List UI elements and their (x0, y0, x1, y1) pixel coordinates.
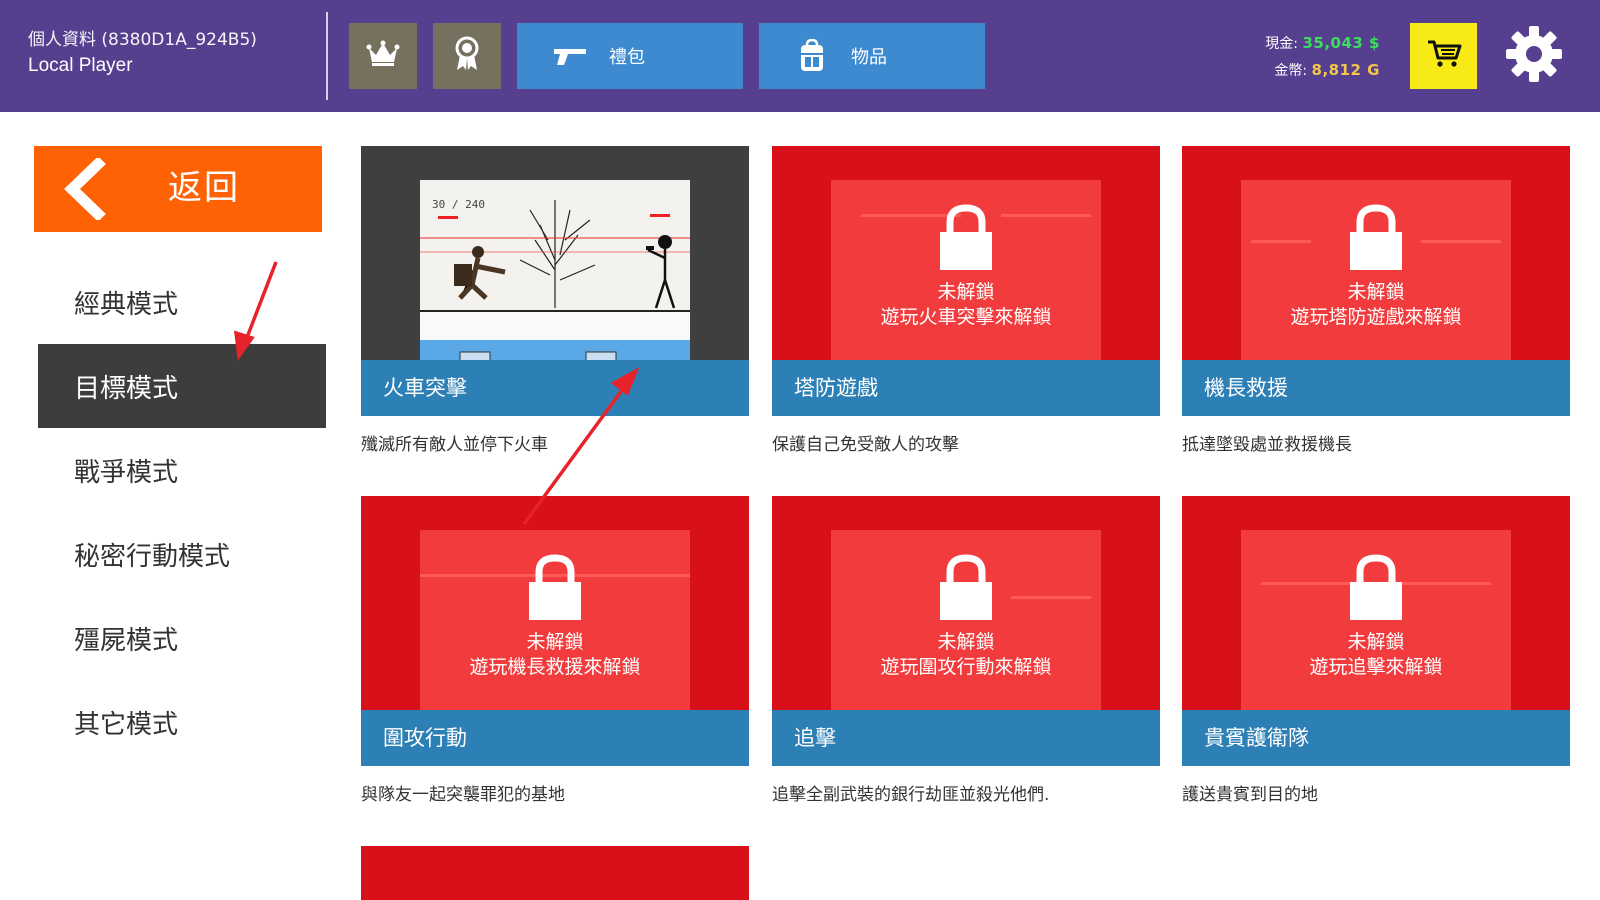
mission-thumbnail: 未解鎖 遊玩塔防遊戲來解鎖 機長救援 (1182, 146, 1570, 416)
items-label: 物品 (851, 47, 887, 68)
mission-thumbnail: 未解鎖 遊玩圍攻行動來解鎖 追擊 (772, 496, 1160, 766)
leaderboard-button[interactable] (349, 23, 417, 89)
chevron-left-icon (60, 156, 110, 224)
items-button[interactable]: 物品 (759, 23, 985, 89)
lock-icon (938, 554, 994, 624)
lock-status: 未解鎖 (937, 631, 995, 653)
achievements-button[interactable] (433, 23, 501, 89)
backpack-icon (787, 39, 837, 73)
unlock-requirement: 遊玩火車突擊來解鎖 (880, 306, 1052, 328)
gift-pack-label: 禮包 (609, 47, 645, 68)
lock-status: 未解鎖 (1347, 281, 1405, 303)
mission-thumbnail: 未解鎖 遊玩機長救援來解鎖 圍攻行動 (361, 496, 749, 766)
mission-description: 與隊友一起突襲罪犯的基地 (361, 785, 565, 805)
mission-card-captain-rescue[interactable]: 未解鎖 遊玩塔防遊戲來解鎖 機長救援 抵達墜毀處並救援機長 (1182, 146, 1570, 455)
mode-objective[interactable]: 目標模式 (38, 344, 326, 428)
lock-message: 未解鎖 遊玩圍攻行動來解鎖 (772, 630, 1160, 680)
mission-card-pursuit[interactable]: 未解鎖 遊玩圍攻行動來解鎖 追擊 追擊全副武裝的銀行劫匪並殺光他們. (772, 496, 1160, 805)
lock-icon (527, 554, 583, 624)
mode-zombie[interactable]: 殭屍模式 (38, 596, 326, 680)
cash-label: 現金: (1265, 36, 1298, 52)
lock-message: 未解鎖 遊玩機長救援來解鎖 (361, 630, 749, 680)
mission-card-vip-escort[interactable]: 未解鎖 遊玩追擊來解鎖 貴賓護衛隊 護送貴賓到目的地 (1182, 496, 1570, 805)
lock-message: 未解鎖 遊玩塔防遊戲來解鎖 (1182, 280, 1570, 330)
cash-value: 35,043 $ (1302, 34, 1380, 52)
cart-icon (1426, 39, 1462, 73)
train-scene-art: 30 / 240 (420, 180, 690, 390)
mission-description: 保護自己免受敵人的攻擊 (772, 435, 959, 455)
lock-message: 未解鎖 遊玩追擊來解鎖 (1182, 630, 1570, 680)
crown-icon (366, 40, 400, 72)
settings-button[interactable] (1500, 22, 1568, 90)
scene-figures (420, 200, 690, 390)
gift-pack-button[interactable]: 禮包 (517, 23, 743, 89)
mode-classic[interactable]: 經典模式 (38, 260, 326, 344)
mission-title: 塔防遊戲 (772, 360, 1160, 416)
art-detail (1011, 596, 1091, 599)
art-detail (1001, 214, 1091, 217)
lock-icon (1348, 554, 1404, 624)
mission-title: 貴賓護衛隊 (1182, 710, 1570, 766)
lock-icon (1348, 204, 1404, 274)
mission-card-partial[interactable] (361, 846, 749, 900)
lock-status: 未解鎖 (1347, 631, 1405, 653)
mission-card-siege-operation[interactable]: 未解鎖 遊玩機長救援來解鎖 圍攻行動 與隊友一起突襲罪犯的基地 (361, 496, 749, 805)
back-label: 返回 (168, 168, 240, 208)
unlock-requirement: 遊玩追擊來解鎖 (1309, 656, 1443, 678)
profile-button[interactable]: 個人資料 (8380D1A_924B5) Local Player (28, 28, 257, 80)
lock-status: 未解鎖 (526, 631, 584, 653)
mode-other[interactable]: 其它模式 (38, 680, 326, 764)
profile-id-label: 個人資料 (8380D1A_924B5) (28, 30, 257, 50)
mission-title: 圍攻行動 (361, 710, 749, 766)
unlock-requirement: 遊玩塔防遊戲來解鎖 (1290, 306, 1462, 328)
lock-icon (938, 204, 994, 274)
cash-row: 現金: 35,043 $ (1265, 30, 1380, 57)
mission-thumbnail: 未解鎖 遊玩追擊來解鎖 貴賓護衛隊 (1182, 496, 1570, 766)
mode-war[interactable]: 戰爭模式 (38, 428, 326, 512)
gold-label: 金幣: (1274, 63, 1308, 79)
mode-list: 經典模式 目標模式 戰爭模式 秘密行動模式 殭屍模式 其它模式 (38, 260, 326, 764)
mission-description: 追擊全副武裝的銀行劫匪並殺光他們. (772, 785, 1050, 805)
gear-icon (1504, 24, 1564, 88)
art-detail (1251, 240, 1311, 243)
mission-description: 殲滅所有敵人並停下火車 (361, 435, 548, 455)
gold-value: 8,812 G (1311, 61, 1380, 79)
mission-card-train-assault[interactable]: 30 / 240 火車突擊 殲滅所有敵人並停下火車 (361, 146, 749, 455)
lock-message: 未解鎖 遊玩火車突擊來解鎖 (772, 280, 1160, 330)
back-button[interactable]: 返回 (34, 146, 322, 232)
top-bar: 個人資料 (8380D1A_924B5) Local Player 禮包 物品 … (0, 0, 1600, 112)
player-name: Local Player (28, 55, 133, 76)
mode-covert-ops[interactable]: 秘密行動模式 (38, 512, 326, 596)
shop-cart-button[interactable] (1410, 23, 1477, 89)
lock-status: 未解鎖 (937, 281, 995, 303)
mission-card-tower-defense[interactable]: 未解鎖 遊玩火車突擊來解鎖 塔防遊戲 保護自己免受敵人的攻擊 (772, 146, 1160, 455)
mission-description: 抵達墜毀處並救援機長 (1182, 435, 1352, 455)
unlock-requirement: 遊玩機長救援來解鎖 (469, 656, 641, 678)
pistol-icon (545, 45, 595, 67)
mission-thumbnail: 30 / 240 火車突擊 (361, 146, 749, 416)
mission-title: 機長救援 (1182, 360, 1570, 416)
mission-description: 護送貴賓到目的地 (1182, 785, 1318, 805)
mission-thumbnail: 未解鎖 遊玩火車突擊來解鎖 塔防遊戲 (772, 146, 1160, 416)
currency-panel: 現金: 35,043 $ 金幣: 8,812 G (1265, 30, 1380, 84)
medal-icon (453, 36, 481, 76)
top-divider (326, 12, 328, 100)
gold-row: 金幣: 8,812 G (1265, 57, 1380, 84)
mission-title: 追擊 (772, 710, 1160, 766)
art-detail (1421, 240, 1501, 243)
mission-title: 火車突擊 (361, 360, 749, 416)
unlock-requirement: 遊玩圍攻行動來解鎖 (880, 656, 1052, 678)
